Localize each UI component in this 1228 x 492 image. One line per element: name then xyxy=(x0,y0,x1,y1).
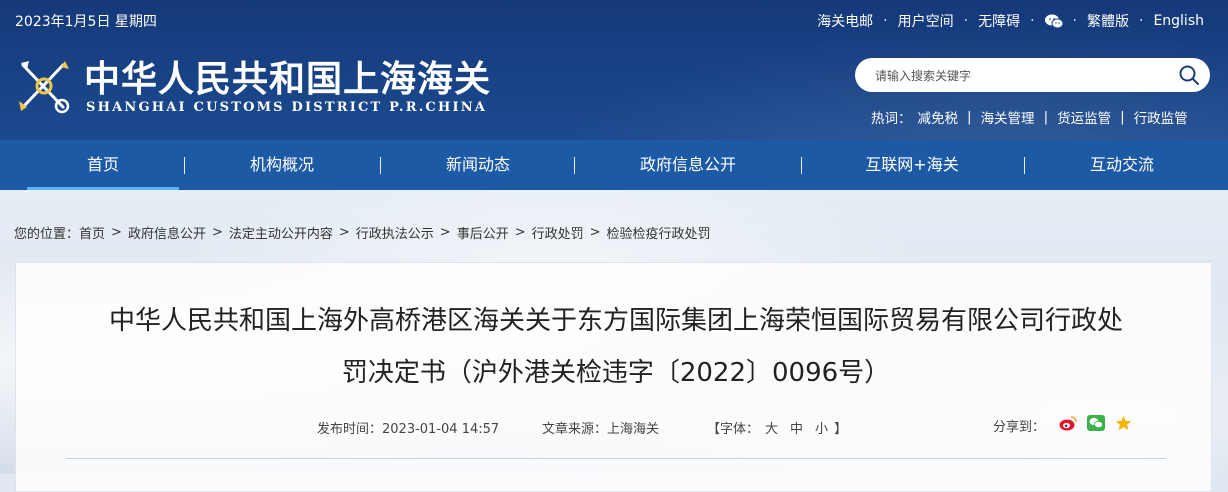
hot-words: 热词： 减免税 | 海关管理 | 货运监管 | 行政监管 xyxy=(871,107,1188,127)
wechat-icon[interactable] xyxy=(1044,14,1063,29)
link-accessibility[interactable]: 无障碍 xyxy=(978,11,1020,31)
wechat-share-icon[interactable] xyxy=(1087,415,1106,435)
search-box xyxy=(855,58,1210,92)
hot-word-item[interactable]: 海关管理 xyxy=(981,107,1035,127)
search-input[interactable] xyxy=(873,65,1167,87)
nav-item-home[interactable]: 首页 xyxy=(27,140,179,190)
share-bar: 分享到： xyxy=(993,415,1132,435)
link-customs-email[interactable]: 海关电邮 xyxy=(817,11,873,31)
article-source: 文章来源：上海海关 xyxy=(542,422,660,437)
font-size-control: 【字体：大中小】 xyxy=(707,422,848,437)
breadcrumb-label: 您的位置： xyxy=(14,227,80,242)
hot-word-item[interactable]: 减免税 xyxy=(918,107,959,127)
chevron-right-icon: > xyxy=(439,225,451,240)
site-title[interactable]: 中华人民共和国上海海关 xyxy=(84,50,491,102)
chevron-right-icon: > xyxy=(589,225,601,240)
breadcrumb-item[interactable]: 法定主动公开内容 xyxy=(229,223,333,242)
nav-item-news[interactable]: 新闻动态 xyxy=(396,140,560,190)
chevron-right-icon: > xyxy=(211,225,223,240)
breadcrumb-item[interactable]: 行政处罚 xyxy=(532,223,584,242)
current-date: 2023年1月5日 星期四 xyxy=(15,14,157,30)
chevron-right-icon: > xyxy=(514,225,526,240)
hot-words-label: 热词： xyxy=(871,111,912,127)
nav-item-internet-plus[interactable]: 互联网+海关 xyxy=(830,140,994,190)
nav-item-gov-info[interactable]: 政府信息公开 xyxy=(606,140,770,190)
breadcrumb-item[interactable]: 政府信息公开 xyxy=(128,223,206,242)
article-title: 中华人民共和国上海外高桥港区海关关于东方国际集团上海荣恒国际贸易有限公司行政处 … xyxy=(108,306,1123,388)
breadcrumb-item[interactable]: 检验检疫行政处罚 xyxy=(607,223,711,242)
qzone-icon[interactable] xyxy=(1115,415,1132,435)
chevron-right-icon: > xyxy=(111,225,122,240)
hot-word-item[interactable]: 行政监管 xyxy=(1134,107,1188,127)
font-small-button[interactable]: 小 xyxy=(815,422,828,437)
font-large-button[interactable]: 大 xyxy=(765,422,778,437)
chevron-right-icon: > xyxy=(338,225,350,240)
breadcrumb-item[interactable]: 行政执法公示 xyxy=(356,223,434,242)
link-traditional-chinese[interactable]: 繁體版 xyxy=(1087,11,1129,31)
share-label: 分享到： xyxy=(993,419,1046,435)
breadcrumb-item[interactable]: 首页 xyxy=(79,223,105,242)
breadcrumb: 您的位置： 首页 > 政府信息公开 > 法定主动公开内容 > 行政执法公示 > … xyxy=(14,223,711,242)
weibo-icon[interactable] xyxy=(1059,415,1077,435)
link-user-space[interactable]: 用户空间 xyxy=(898,11,954,31)
font-medium-button[interactable]: 中 xyxy=(790,422,803,437)
hot-word-item[interactable]: 货运监管 xyxy=(1057,107,1111,127)
publish-time: 发布时间：2023-01-04 14:57 xyxy=(317,422,500,437)
link-english[interactable]: English xyxy=(1153,13,1204,29)
site-subtitle: SHANGHAI CUSTOMS DISTRICT P.R.CHINA xyxy=(86,100,488,115)
breadcrumb-item[interactable]: 事后公开 xyxy=(457,223,509,242)
nav-item-about[interactable]: 机构概况 xyxy=(200,140,364,190)
meta-divider xyxy=(66,458,1166,459)
main-nav: 首页 机构概况 新闻动态 政府信息公开 互联网+海关 互动交流 xyxy=(0,140,1228,190)
nav-item-interaction[interactable]: 互动交流 xyxy=(1040,140,1204,190)
top-links: 海关电邮 · 用户空间 · 无障碍 · · 繁體版 · English xyxy=(817,11,1204,31)
site-header: 2023年1月5日 星期四 海关电邮 · 用户空间 · 无障碍 · · 繁體版 … xyxy=(0,0,1228,140)
customs-emblem-icon[interactable] xyxy=(13,55,75,119)
search-icon[interactable] xyxy=(1178,64,1200,90)
article-panel: 中华人民共和国上海外高桥港区海关关于东方国际集团上海荣恒国际贸易有限公司行政处 … xyxy=(15,262,1212,492)
